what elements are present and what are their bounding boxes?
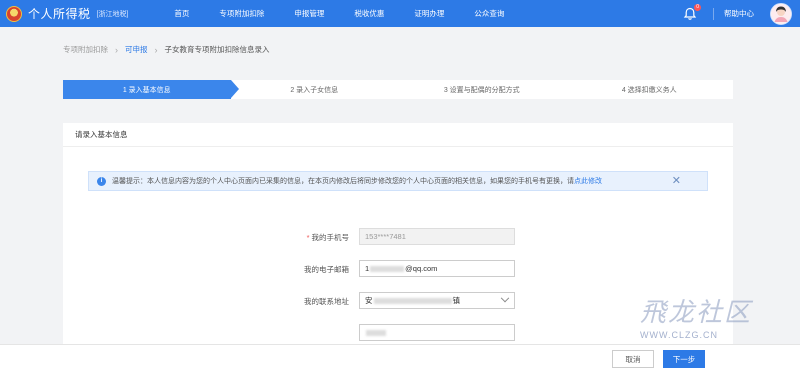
notification-count-badge: 0	[694, 3, 701, 11]
step-spouse-allocation: 3 设置与配偶的分配方式	[443, 86, 520, 94]
nav-item-declaration[interactable]: 申报管理	[294, 8, 324, 19]
chevron-right-icon: ›	[154, 44, 158, 55]
cancel-button[interactable]: 取消	[612, 350, 654, 368]
panel-title: 请录入基本信息	[63, 123, 733, 147]
info-notice: i 温馨提示：本人信息内容为您的个人中心页面内已采集的信息，在本页内修改后将同步…	[88, 171, 708, 191]
help-center-link[interactable]: 帮助中心	[724, 8, 754, 19]
nav-item-home[interactable]: 首页	[174, 8, 189, 19]
nav-item-certificates[interactable]: 证明办理	[414, 8, 444, 19]
app-title: 个人所得税	[28, 7, 91, 21]
tax-emblem-icon	[6, 5, 22, 22]
breadcrumb-special-deduction[interactable]: 专项附加扣除	[63, 44, 108, 55]
watermark: 飛龙社区 WWW.CLZG.CN	[640, 292, 790, 348]
breadcrumb-current-page: 子女教育专项附加扣除信息录入	[164, 45, 270, 54]
next-step-button[interactable]: 下一步	[663, 350, 705, 368]
divider	[713, 7, 714, 20]
chevron-down-icon	[500, 293, 510, 303]
email-field[interactable]: 1 @qq.com	[359, 260, 515, 277]
basic-info-panel: 请录入基本信息 i 温馨提示：本人信息内容为您的个人中心页面内已采集的信息，在本…	[63, 123, 733, 353]
step-basic-info: 1 录入基本信息	[63, 80, 238, 99]
notification-button[interactable]: 0	[683, 3, 701, 21]
nav-item-special-deduction[interactable]: 专项附加扣除	[219, 8, 264, 19]
address-label: 我的联系地址	[304, 297, 349, 306]
address-detail-field[interactable]	[359, 324, 515, 341]
info-icon: i	[97, 176, 106, 186]
chevron-right-icon: ›	[115, 44, 118, 55]
user-avatar-icon	[771, 3, 791, 24]
action-bar: 取消 下一步	[0, 344, 800, 371]
close-icon[interactable]: ✕	[672, 175, 681, 187]
region-label: [浙江地税]	[96, 10, 129, 18]
site-logo[interactable]: 个人所得税 [浙江地税]	[6, 5, 128, 22]
main-nav: 首页 专项附加扣除 申报管理 税收优惠 证明办理 公众查询	[174, 8, 534, 19]
phone-field: 153****7481	[359, 228, 515, 245]
nav-item-public-query[interactable]: 公众查询	[474, 8, 504, 19]
nav-item-tax-benefits[interactable]: 税收优惠	[354, 8, 384, 19]
notice-edit-link[interactable]: 点此修改	[574, 178, 602, 185]
progress-steps: 1 录入基本信息 2 录入子女信息 3 设置与配偶的分配方式 4 选择扣缴义务人	[63, 80, 733, 99]
watermark-url: WWW.CLZG.CN	[640, 330, 718, 340]
address-select[interactable]: 安镇	[359, 292, 515, 309]
watermark-text: 飛龙社区	[640, 298, 753, 328]
step-child-info: 2 录入子女信息	[290, 86, 339, 94]
breadcrumb: 专项附加扣除 › 可申报 › 子女教育专项附加扣除信息录入	[63, 44, 270, 55]
step-withholding-agent: 4 选择扣缴义务人	[621, 86, 677, 94]
email-label: 我的电子邮箱	[304, 265, 349, 274]
breadcrumb-declarable[interactable]: 可申报	[125, 44, 148, 55]
top-navigation-bar: 个人所得税 [浙江地税] 首页 专项附加扣除 申报管理 税收优惠 证明办理 公众…	[0, 0, 800, 27]
phone-label: * 我的手机号	[306, 233, 349, 242]
notice-text: 温馨提示：本人信息内容为您的个人中心页面内已采集的信息，在本页内修改后将同步修改…	[112, 178, 602, 185]
user-avatar[interactable]	[770, 2, 792, 25]
